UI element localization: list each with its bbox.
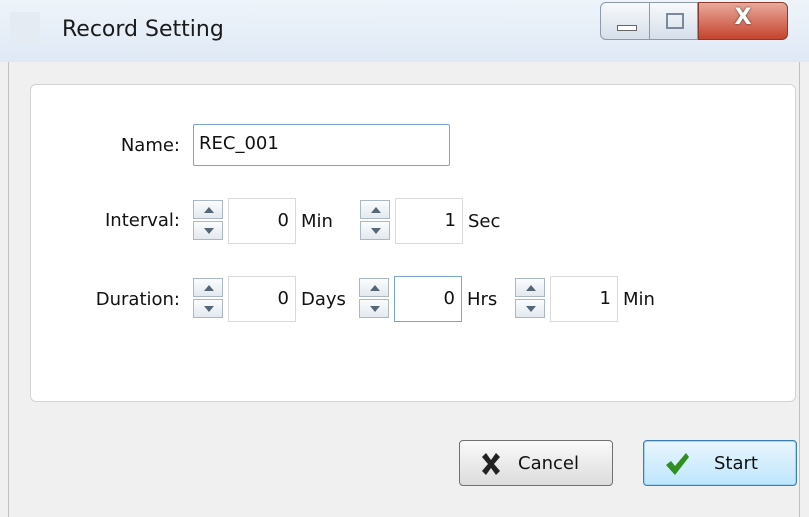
duration-days-spinner[interactable] bbox=[190, 276, 227, 322]
interval-min-field[interactable]: 0 bbox=[228, 198, 296, 244]
spin-up-button[interactable] bbox=[360, 200, 390, 219]
cancel-button[interactable]: Cancel bbox=[459, 440, 613, 486]
interval-sec-field[interactable]: 1 bbox=[395, 198, 463, 244]
duration-min-spinner[interactable] bbox=[512, 276, 549, 322]
close-button[interactable]: X bbox=[698, 2, 788, 40]
name-input[interactable]: REC_001 bbox=[193, 124, 450, 166]
duration-days-unit: Days bbox=[301, 289, 346, 310]
start-button[interactable]: Start bbox=[643, 440, 797, 486]
arrow-down-icon bbox=[371, 228, 381, 234]
spin-up-button[interactable] bbox=[515, 278, 545, 297]
spin-up-button[interactable] bbox=[193, 200, 223, 219]
interval-min-unit: Min bbox=[301, 211, 333, 232]
interval-min-spinner[interactable] bbox=[190, 198, 227, 244]
start-label: Start bbox=[714, 453, 758, 474]
interval-sec-spinner[interactable] bbox=[357, 198, 394, 244]
duration-hrs-field[interactable]: 0 bbox=[394, 276, 462, 322]
arrow-down-icon bbox=[204, 306, 214, 312]
interval-label: Interval: bbox=[105, 210, 180, 231]
maximize-button[interactable] bbox=[650, 2, 698, 40]
cancel-label: Cancel bbox=[518, 453, 579, 474]
spin-down-button[interactable] bbox=[359, 299, 389, 318]
duration-hrs-unit: Hrs bbox=[467, 289, 498, 310]
window-border-right bbox=[799, 62, 800, 517]
title-bar: Record Setting X bbox=[0, 0, 809, 62]
spin-down-button[interactable] bbox=[193, 221, 223, 240]
spin-up-button[interactable] bbox=[193, 278, 223, 297]
arrow-down-icon bbox=[204, 228, 214, 234]
arrow-down-icon bbox=[526, 306, 536, 312]
arrow-up-icon bbox=[204, 207, 214, 213]
window-border-left bbox=[8, 62, 9, 517]
arrow-up-icon bbox=[371, 207, 381, 213]
duration-min-field[interactable]: 1 bbox=[550, 276, 618, 322]
spin-down-button[interactable] bbox=[360, 221, 390, 240]
checkmark-icon bbox=[666, 453, 689, 475]
name-label: Name: bbox=[120, 135, 180, 156]
maximize-icon bbox=[666, 13, 684, 29]
duration-label: Duration: bbox=[95, 289, 180, 310]
duration-hrs-spinner[interactable] bbox=[356, 276, 393, 322]
close-icon: X bbox=[734, 5, 752, 30]
cancel-x-icon bbox=[482, 453, 500, 475]
app-icon bbox=[10, 12, 40, 42]
spin-up-button[interactable] bbox=[359, 278, 389, 297]
duration-min-unit: Min bbox=[623, 289, 655, 310]
interval-sec-unit: Sec bbox=[468, 211, 501, 232]
arrow-up-icon bbox=[204, 285, 214, 291]
arrow-down-icon bbox=[370, 306, 380, 312]
arrow-up-icon bbox=[526, 285, 536, 291]
minimize-button[interactable] bbox=[600, 2, 650, 40]
duration-days-field[interactable]: 0 bbox=[228, 276, 296, 322]
arrow-up-icon bbox=[370, 285, 380, 291]
minimize-icon bbox=[617, 25, 637, 31]
spin-down-button[interactable] bbox=[193, 299, 223, 318]
window-title: Record Setting bbox=[62, 17, 224, 42]
spin-down-button[interactable] bbox=[515, 299, 545, 318]
